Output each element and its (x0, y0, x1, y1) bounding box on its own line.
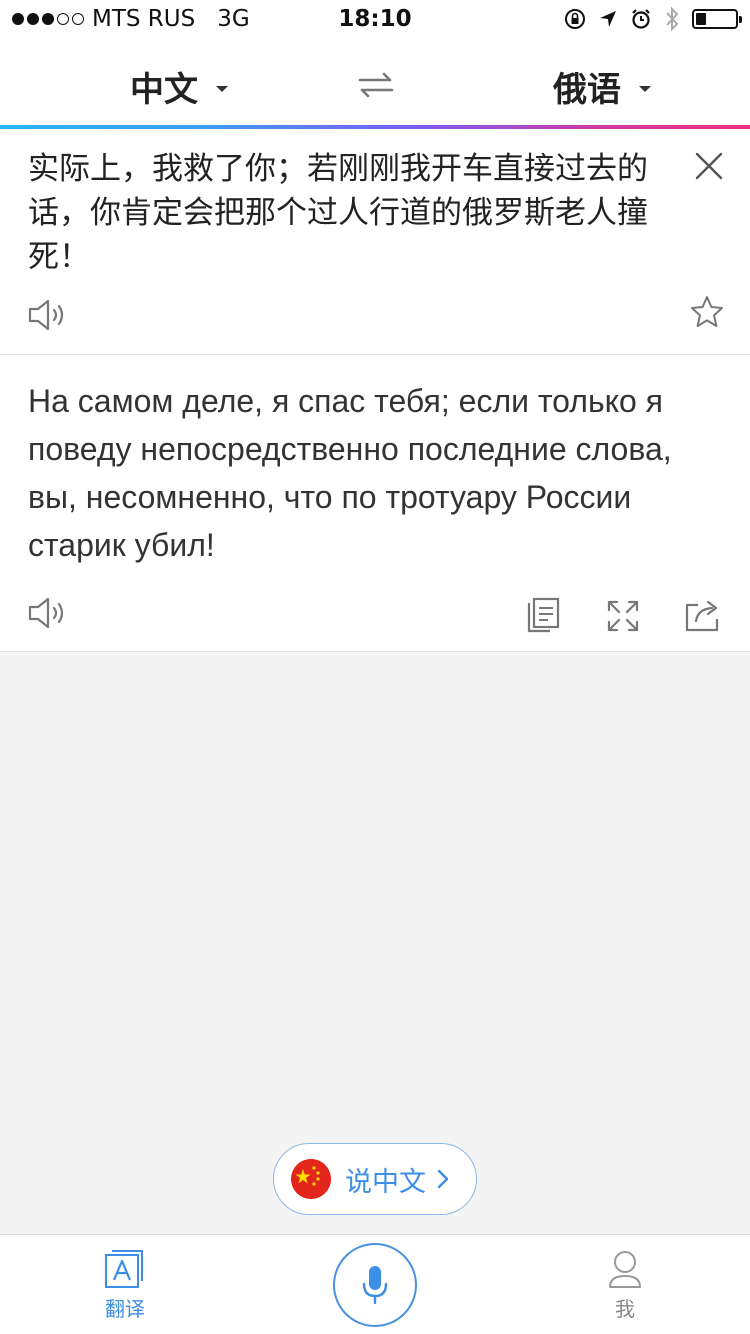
source-language-selector[interactable]: 中文 (130, 62, 228, 111)
language-header: 中文 俄语 (0, 40, 750, 126)
status-bar: MTS RUS 3G 18:10 (0, 0, 750, 40)
target-language-label: 俄语 (553, 70, 621, 110)
microphone-icon (362, 1266, 388, 1305)
tab-bar: 翻译 我 (0, 1234, 750, 1334)
speaker-icon[interactable] (27, 595, 67, 631)
share-icon[interactable] (684, 597, 722, 633)
bluetooth-icon (666, 6, 679, 32)
china-flag-icon (291, 1159, 331, 1199)
battery-level (696, 13, 706, 25)
close-icon[interactable] (694, 151, 724, 181)
star-icon[interactable] (690, 295, 724, 329)
rotation-lock-icon (565, 9, 585, 29)
microphone-button[interactable] (333, 1243, 417, 1327)
chevron-right-icon (437, 1169, 449, 1189)
location-arrow-icon (600, 11, 616, 27)
chevron-down-icon (216, 85, 228, 92)
status-right (564, 6, 742, 32)
source-text[interactable]: 实际上，我救了你；若刚刚我开车直接过去的话，你肯定会把那个过人行道的俄罗斯老人撞… (28, 147, 668, 279)
tab-me-label: 我 (615, 1297, 635, 1321)
user-icon (609, 1251, 641, 1288)
tab-translate-label: 翻译 (105, 1297, 145, 1321)
speak-chinese-button[interactable]: 说中文 (273, 1143, 477, 1215)
swap-arrows-icon[interactable] (356, 70, 396, 100)
translate-tab-icon (105, 1250, 143, 1288)
target-language-selector[interactable]: 俄语 (553, 62, 651, 111)
speak-button-label: 说中文 (345, 1166, 426, 1198)
result-text[interactable]: На самом деле, я спас тебя; если только … (28, 377, 728, 569)
chevron-down-icon (639, 85, 651, 92)
tab-me[interactable]: 我 (595, 1249, 655, 1322)
source-language-label: 中文 (130, 70, 198, 110)
alarm-icon (632, 9, 650, 29)
result-card: На самом деле, я спас тебя; если только … (0, 355, 750, 652)
expand-icon[interactable] (606, 599, 640, 633)
source-card: 实际上，我救了你；若刚刚我开车直接过去的话，你肯定会把那个过人行道的俄罗斯老人撞… (0, 129, 750, 355)
speaker-icon[interactable] (27, 297, 67, 333)
tab-translate[interactable]: 翻译 (95, 1249, 155, 1322)
copy-icon[interactable] (526, 597, 560, 635)
battery-icon (692, 9, 742, 29)
